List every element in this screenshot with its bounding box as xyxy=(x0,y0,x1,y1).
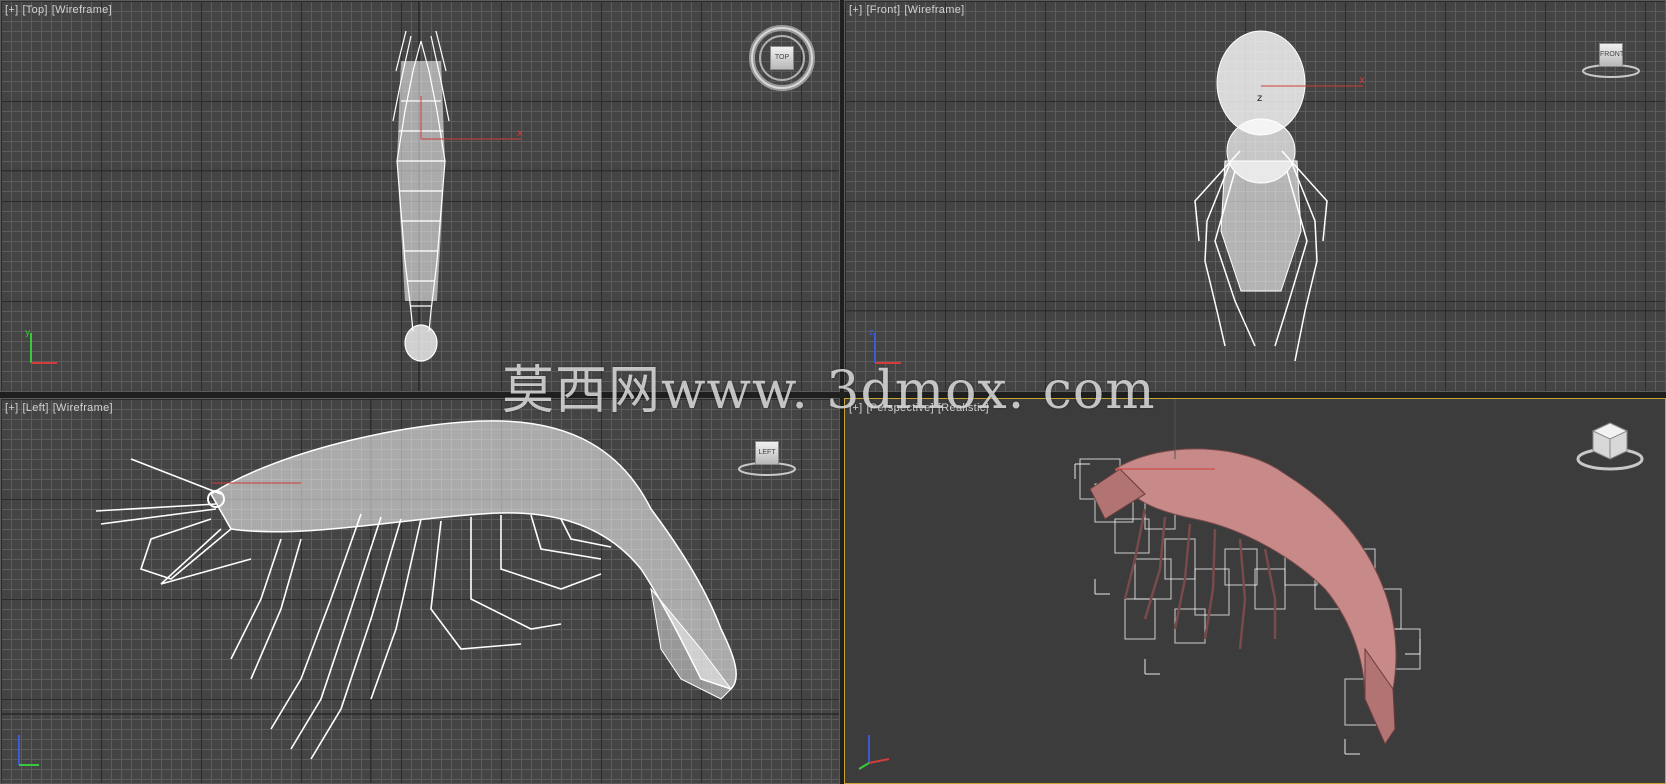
viewport-label-top[interactable]: [+] [Top] [Wireframe] xyxy=(5,4,116,16)
view-type-menu[interactable]: [Top] xyxy=(22,4,47,16)
viewport-menu-button[interactable]: [+] xyxy=(5,4,18,16)
viewport-front[interactable]: [+] [Front] [Wireframe] x z FRONT z xyxy=(844,0,1666,392)
shrimp-shaded-perspective xyxy=(1074,399,1421,755)
viewport-menu-button[interactable]: [+] xyxy=(849,4,862,16)
shading-mode-menu[interactable]: [Wireframe] xyxy=(52,4,112,16)
svg-text:z: z xyxy=(1257,93,1262,104)
viewcube-face[interactable]: TOP xyxy=(770,46,794,70)
viewcube-face[interactable]: FRONT xyxy=(1599,42,1624,67)
view-type-menu[interactable]: [Left] xyxy=(22,402,48,414)
shrimp-wireframe-front: x z xyxy=(845,30,1665,362)
watermark-text: 莫西网www. 3dmox. com xyxy=(502,361,1156,421)
viewport-left[interactable]: [+] [Left] [Wireframe] LEFT xyxy=(0,398,840,784)
svg-text:x: x xyxy=(1359,75,1365,86)
viewport-top[interactable]: [+] [Top] [Wireframe] x TOP y xyxy=(0,0,840,392)
shrimp-wireframe-left xyxy=(1,399,839,783)
svg-text:z: z xyxy=(869,328,874,338)
viewcube-icon[interactable] xyxy=(1575,415,1645,475)
viewcube-icon[interactable]: FRONT xyxy=(1581,39,1641,81)
svg-text:y: y xyxy=(25,328,31,338)
shrimp-wireframe-top: x xyxy=(1,1,839,391)
viewport-label-front[interactable]: [+] [Front] [Wireframe] xyxy=(849,4,968,16)
axis-tripod-icon xyxy=(18,735,39,766)
viewcube-face[interactable]: LEFT xyxy=(755,440,779,465)
viewport-perspective[interactable]: [+] [Perspective] [Realistic] xyxy=(844,398,1666,784)
shading-mode-menu[interactable]: [Wireframe] xyxy=(904,4,964,16)
viewport-menu-button[interactable]: [+] xyxy=(5,402,18,414)
viewcube-icon[interactable]: TOP xyxy=(747,23,817,93)
shading-mode-menu[interactable]: [Wireframe] xyxy=(53,402,113,414)
axis-tripod-icon xyxy=(858,735,890,770)
svg-text:x: x xyxy=(517,128,523,139)
viewport-label-left[interactable]: [+] [Left] [Wireframe] xyxy=(5,402,117,414)
view-type-menu[interactable]: [Front] xyxy=(866,4,900,16)
axis-tripod-icon: y xyxy=(25,328,57,364)
viewcube-icon[interactable]: LEFT xyxy=(737,437,797,479)
